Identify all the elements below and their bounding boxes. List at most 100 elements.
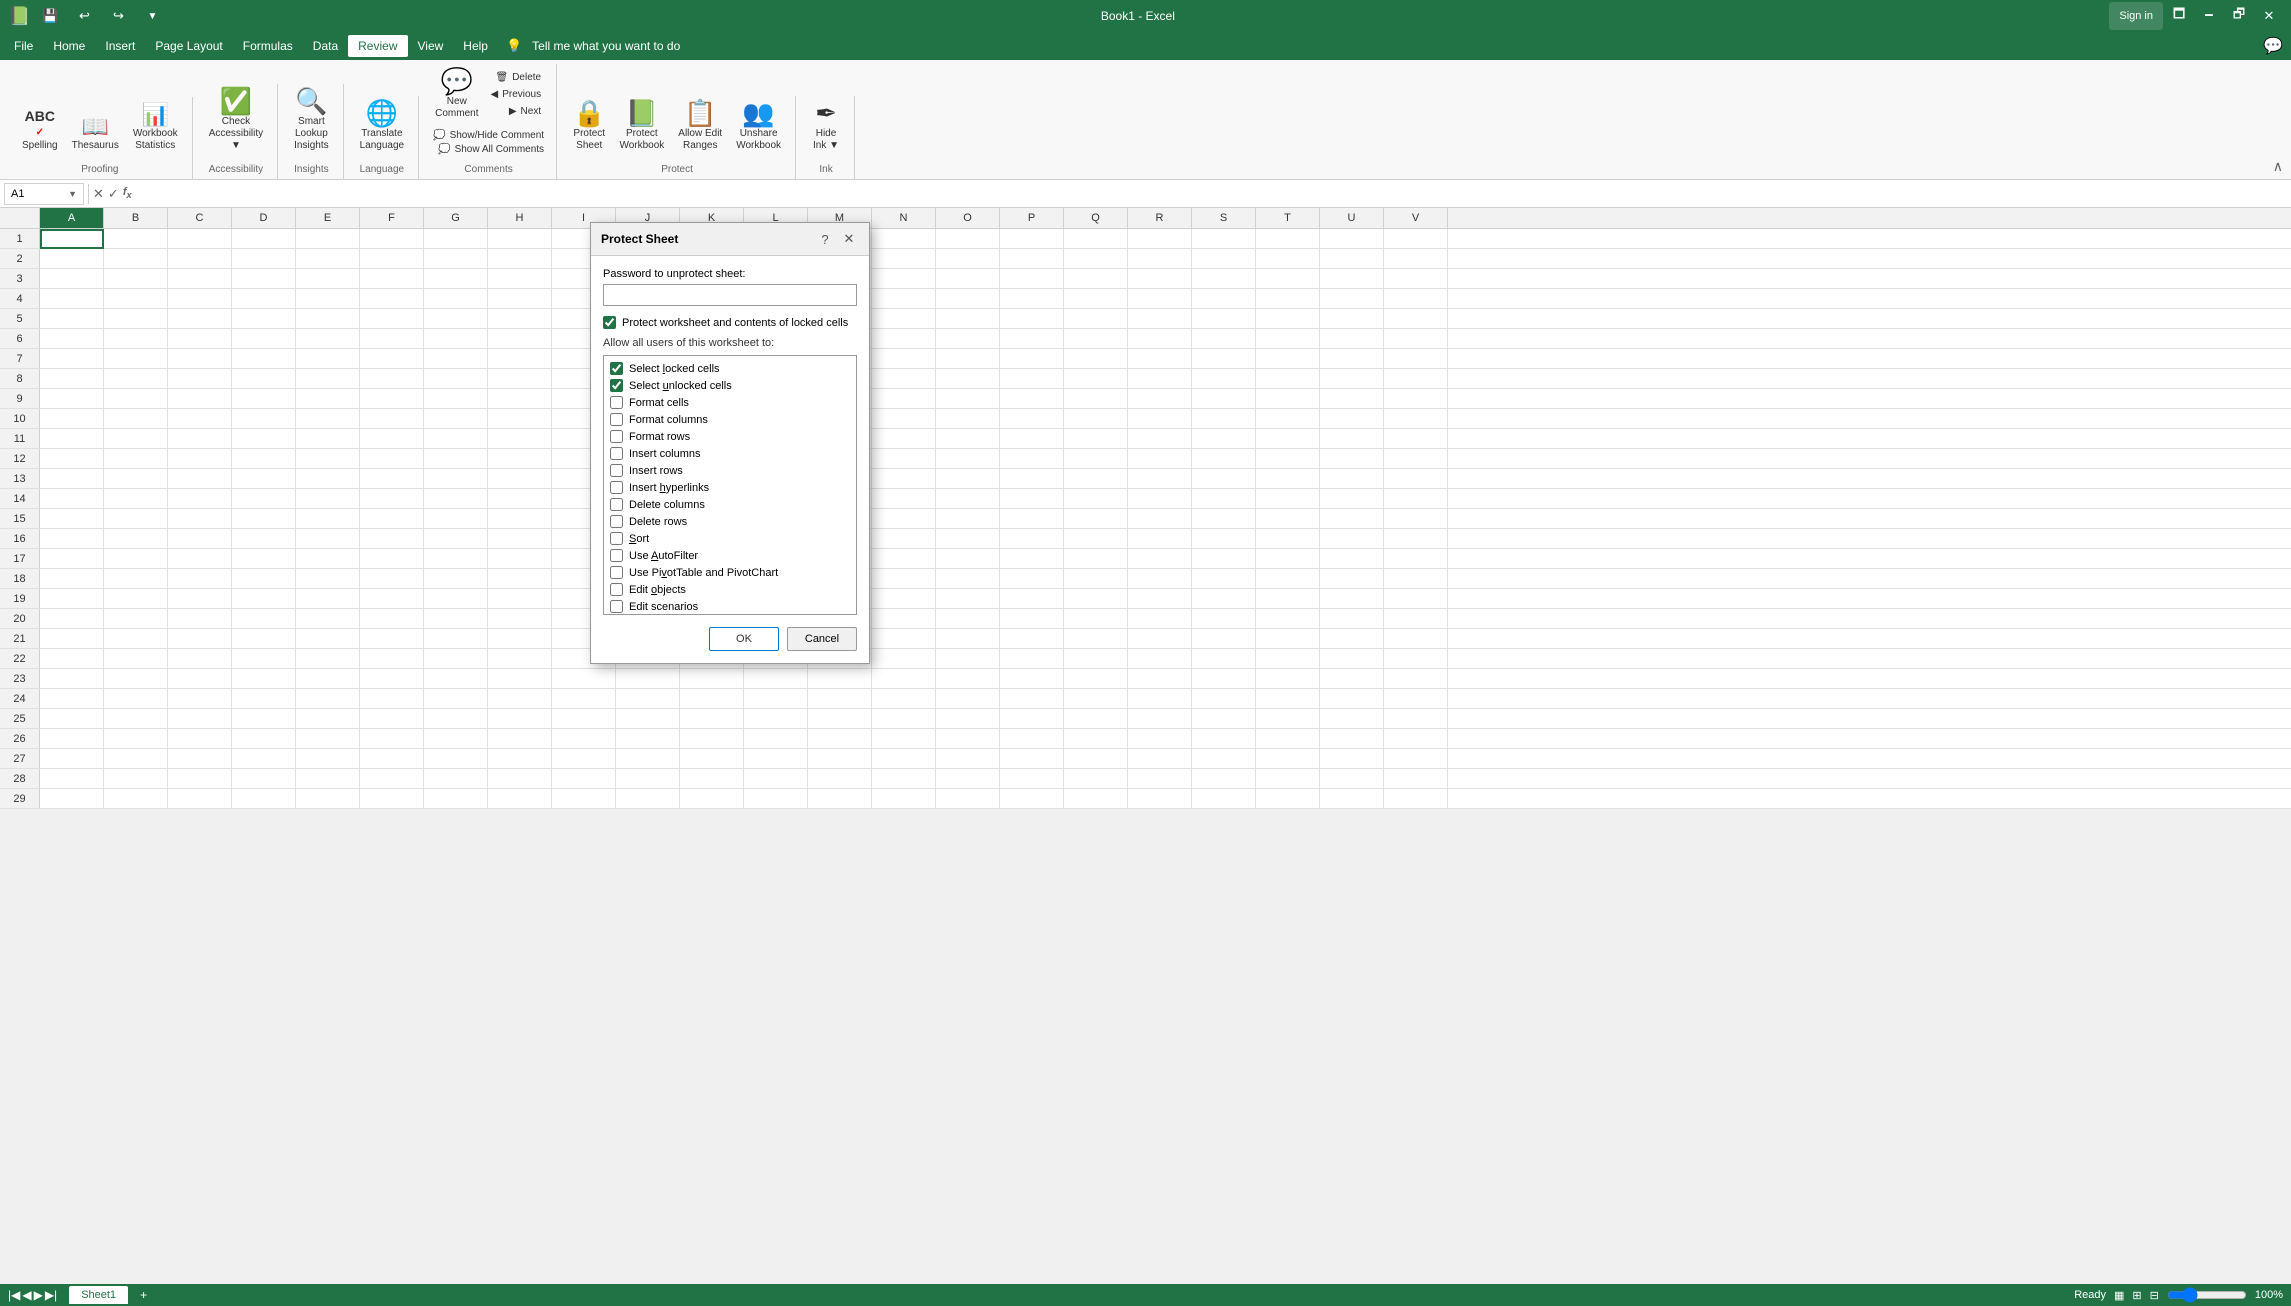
cell-S20[interactable] <box>1192 609 1256 629</box>
col-header-a[interactable]: A <box>40 208 104 228</box>
cell-N16[interactable] <box>872 529 936 549</box>
perm-format-cells[interactable]: Format cells <box>608 394 852 411</box>
cell-N17[interactable] <box>872 549 936 569</box>
cell-U17[interactable] <box>1320 549 1384 569</box>
cell-O23[interactable] <box>936 669 1000 689</box>
cell-U2[interactable] <box>1320 249 1384 269</box>
row-header-5[interactable]: 5 <box>0 309 40 328</box>
cell-V8[interactable] <box>1384 369 1448 389</box>
cell-T6[interactable] <box>1256 329 1320 349</box>
cell-K28[interactable] <box>680 769 744 789</box>
cell-H13[interactable] <box>488 469 552 489</box>
cell-R24[interactable] <box>1128 689 1192 709</box>
close-button[interactable]: ✕ <box>2255 2 2283 30</box>
cell-H2[interactable] <box>488 249 552 269</box>
col-header-g[interactable]: G <box>424 208 488 228</box>
cell-L23[interactable] <box>744 669 808 689</box>
thesaurus-button[interactable]: 📖 Thesaurus <box>66 112 125 156</box>
cell-O26[interactable] <box>936 729 1000 749</box>
cell-A6[interactable] <box>40 329 104 349</box>
cell-G26[interactable] <box>424 729 488 749</box>
cell-G11[interactable] <box>424 429 488 449</box>
menu-formulas[interactable]: Formulas <box>233 35 303 57</box>
cell-G16[interactable] <box>424 529 488 549</box>
cell-G10[interactable] <box>424 409 488 429</box>
cell-F28[interactable] <box>360 769 424 789</box>
cell-T8[interactable] <box>1256 369 1320 389</box>
select-all-button[interactable] <box>0 208 40 228</box>
perm-select-locked[interactable]: Select locked cells <box>608 360 852 377</box>
add-sheet-button[interactable]: + <box>140 1288 147 1302</box>
cell-H17[interactable] <box>488 549 552 569</box>
col-header-e[interactable]: E <box>296 208 360 228</box>
menu-insert[interactable]: Insert <box>95 35 145 57</box>
cell-G20[interactable] <box>424 609 488 629</box>
cell-F8[interactable] <box>360 369 424 389</box>
cell-E18[interactable] <box>296 569 360 589</box>
cell-C16[interactable] <box>168 529 232 549</box>
cell-N11[interactable] <box>872 429 936 449</box>
cell-P22[interactable] <box>1000 649 1064 669</box>
cell-D24[interactable] <box>232 689 296 709</box>
cell-A12[interactable] <box>40 449 104 469</box>
row-header-13[interactable]: 13 <box>0 469 40 488</box>
cell-R6[interactable] <box>1128 329 1192 349</box>
cell-P7[interactable] <box>1000 349 1064 369</box>
cell-C2[interactable] <box>168 249 232 269</box>
cell-Q1[interactable] <box>1064 229 1128 249</box>
cell-C15[interactable] <box>168 509 232 529</box>
cell-H4[interactable] <box>488 289 552 309</box>
spelling-button[interactable]: ABC✓ Spelling <box>16 105 64 156</box>
cell-H5[interactable] <box>488 309 552 329</box>
col-header-b[interactable]: B <box>104 208 168 228</box>
cell-D1[interactable] <box>232 229 296 249</box>
cell-K27[interactable] <box>680 749 744 769</box>
cell-E7[interactable] <box>296 349 360 369</box>
cell-V3[interactable] <box>1384 269 1448 289</box>
cell-T12[interactable] <box>1256 449 1320 469</box>
cell-P24[interactable] <box>1000 689 1064 709</box>
cell-B22[interactable] <box>104 649 168 669</box>
cell-H25[interactable] <box>488 709 552 729</box>
cell-U11[interactable] <box>1320 429 1384 449</box>
cell-U3[interactable] <box>1320 269 1384 289</box>
cell-M29[interactable] <box>808 789 872 809</box>
cell-R14[interactable] <box>1128 489 1192 509</box>
previous-comment-button[interactable]: ◀ Previous <box>486 87 545 102</box>
cell-T20[interactable] <box>1256 609 1320 629</box>
cell-B18[interactable] <box>104 569 168 589</box>
cell-F23[interactable] <box>360 669 424 689</box>
cell-N2[interactable] <box>872 249 936 269</box>
cell-N23[interactable] <box>872 669 936 689</box>
row-header-6[interactable]: 6 <box>0 329 40 348</box>
row-header-7[interactable]: 7 <box>0 349 40 368</box>
cell-H7[interactable] <box>488 349 552 369</box>
cell-C4[interactable] <box>168 289 232 309</box>
cell-H9[interactable] <box>488 389 552 409</box>
cell-G27[interactable] <box>424 749 488 769</box>
cell-E16[interactable] <box>296 529 360 549</box>
cell-Q19[interactable] <box>1064 589 1128 609</box>
cell-O28[interactable] <box>936 769 1000 789</box>
cell-Q4[interactable] <box>1064 289 1128 309</box>
cell-R17[interactable] <box>1128 549 1192 569</box>
cell-E12[interactable] <box>296 449 360 469</box>
cell-V4[interactable] <box>1384 289 1448 309</box>
perm-format-rows-checkbox[interactable] <box>610 430 623 443</box>
view-normal-icon[interactable]: ▦ <box>2114 1289 2124 1302</box>
cell-H8[interactable] <box>488 369 552 389</box>
cell-H12[interactable] <box>488 449 552 469</box>
ribbon-collapse-button[interactable]: ∧ <box>2273 158 2283 179</box>
cell-N18[interactable] <box>872 569 936 589</box>
col-header-p[interactable]: P <box>1000 208 1064 228</box>
cell-G14[interactable] <box>424 489 488 509</box>
cell-B3[interactable] <box>104 269 168 289</box>
cell-P9[interactable] <box>1000 389 1064 409</box>
col-header-d[interactable]: D <box>232 208 296 228</box>
cell-V21[interactable] <box>1384 629 1448 649</box>
cell-T24[interactable] <box>1256 689 1320 709</box>
cell-E20[interactable] <box>296 609 360 629</box>
cell-E29[interactable] <box>296 789 360 809</box>
cell-C19[interactable] <box>168 589 232 609</box>
cell-F13[interactable] <box>360 469 424 489</box>
